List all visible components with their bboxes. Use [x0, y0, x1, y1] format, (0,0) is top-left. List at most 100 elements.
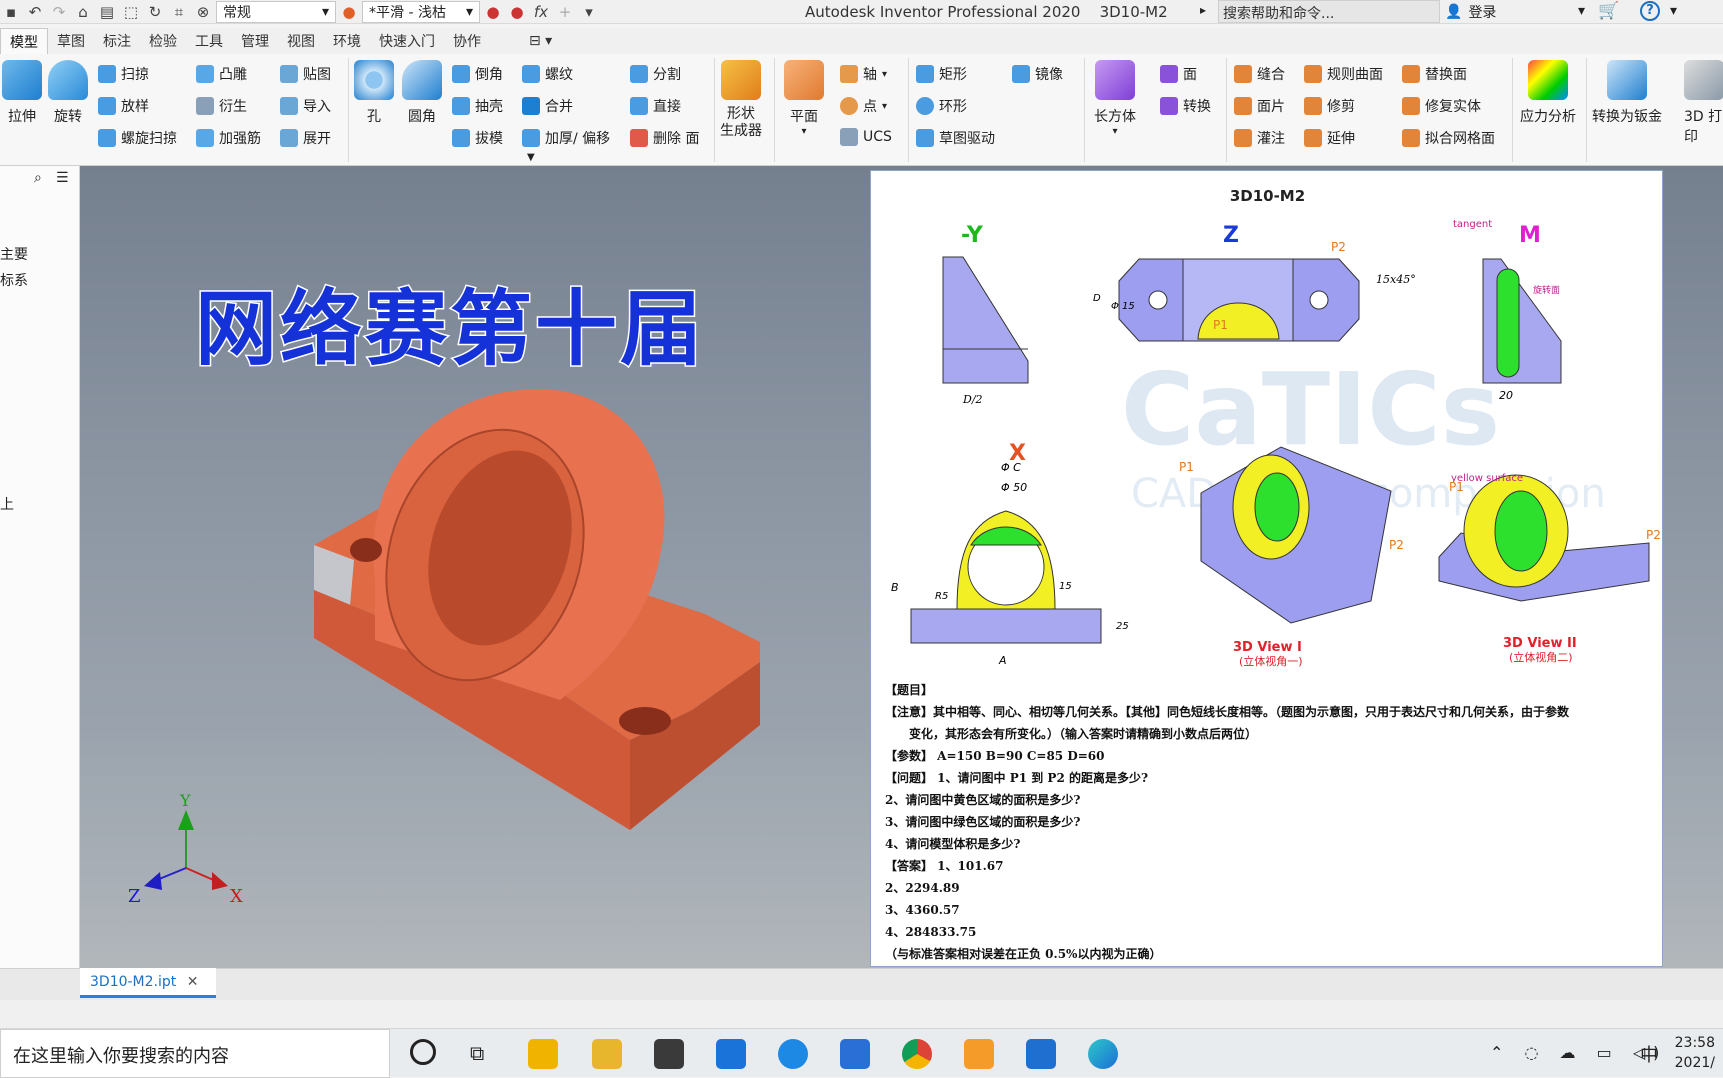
plane-button[interactable]: 平面 ▾ — [784, 60, 824, 137]
menu-icon[interactable]: ☰ — [56, 170, 69, 186]
draft-button[interactable]: 拔模 — [452, 128, 503, 148]
account-area[interactable]: 👤 登录 — [1445, 2, 1496, 22]
material-icon[interactable]: ⊗ — [192, 2, 214, 22]
help-icon[interactable]: ? — [1640, 1, 1660, 21]
browser-item[interactable]: 上 — [0, 494, 14, 514]
point-button[interactable]: 点 ▾ — [840, 96, 887, 116]
task-view-icon[interactable]: ⧉ — [470, 1041, 484, 1065]
hole-button[interactable]: 孔 — [354, 60, 394, 126]
app-c-icon[interactable] — [778, 1039, 808, 1069]
extend-button[interactable]: 延伸 — [1304, 128, 1355, 148]
mirror-button[interactable]: 镜像 — [1012, 64, 1063, 84]
delete-face-button[interactable]: 删除 面 — [630, 128, 699, 148]
appearance-select[interactable]: *平滑 - 浅枯 ▾ — [362, 1, 480, 23]
tab-sketch[interactable]: 草图 — [48, 28, 94, 54]
thicken-button[interactable]: 加厚/ 偏移 — [522, 128, 610, 148]
tab-collaborate[interactable]: 协作 — [444, 28, 490, 54]
tab-model[interactable]: 模型 — [0, 28, 48, 54]
rib-button[interactable]: 加强筋 — [196, 128, 261, 148]
face-button[interactable]: 面 — [1160, 64, 1197, 84]
document-tab[interactable]: 3D10-M2.ipt ✕ — [80, 968, 216, 998]
home-icon[interactable]: ⌂ — [72, 2, 94, 22]
baidu-icon[interactable] — [840, 1039, 870, 1069]
ucs-button[interactable]: UCS — [840, 128, 892, 146]
tab-annotate[interactable]: 标注 — [94, 28, 140, 54]
browser-item[interactable]: 标系 — [0, 270, 28, 290]
taskbar-search-input[interactable]: 在这里输入你要搜索的内容 — [0, 1029, 390, 1078]
search-expand-icon[interactable]: ▸ — [1200, 3, 1206, 17]
chamfer-button[interactable]: 倒角 — [452, 64, 503, 84]
unfold-button[interactable]: 展开 — [280, 128, 331, 148]
mail-icon[interactable] — [716, 1039, 746, 1069]
properties-icon[interactable]: ▤ — [96, 2, 118, 22]
repair-body-button[interactable]: 修复实体 — [1402, 96, 1481, 116]
tab-tools[interactable]: 工具 — [186, 28, 232, 54]
select-icon[interactable]: ⬚ — [120, 2, 142, 22]
tab-get-started[interactable]: 快速入门 — [370, 28, 444, 54]
login-link[interactable]: 登录 — [1468, 2, 1496, 22]
emboss-button[interactable]: 凸雕 — [196, 64, 247, 84]
chevron-down-icon[interactable]: ▼ — [527, 152, 535, 163]
close-icon[interactable]: ✕ — [187, 974, 199, 990]
fit-mesh-button[interactable]: 拟合网格面 — [1402, 128, 1495, 148]
file-explorer-icon[interactable] — [592, 1039, 622, 1069]
undo-icon[interactable]: ↶ — [24, 2, 46, 22]
tab-view[interactable]: 视图 — [278, 28, 324, 54]
thread-button[interactable]: 螺纹 — [522, 64, 573, 84]
store-icon[interactable] — [654, 1039, 684, 1069]
axis-button[interactable]: 轴 ▾ — [840, 64, 887, 84]
search-icon[interactable]: ⌕ — [34, 170, 42, 186]
box-button[interactable]: 长方体 ▾ — [1094, 60, 1136, 137]
chevron-down-icon[interactable]: ▾ — [1670, 3, 1677, 19]
derive-button[interactable]: 衍生 — [196, 96, 247, 116]
measure-icon[interactable]: ⌗ — [168, 2, 190, 22]
update-icon[interactable]: ↻ — [144, 2, 166, 22]
clear-appearance-icon[interactable]: ● — [506, 2, 528, 22]
chrome-icon[interactable] — [902, 1039, 932, 1069]
circ-pattern-button[interactable]: 环形 — [916, 96, 967, 116]
decal-button[interactable]: 贴图 — [280, 64, 331, 84]
ime-indicator[interactable]: 中 — [1640, 1041, 1658, 1067]
ruled-surface-button[interactable]: 规则曲面 — [1304, 64, 1383, 84]
plus-icon[interactable]: + — [554, 2, 576, 22]
inventor-app-icon[interactable] — [528, 1039, 558, 1069]
part-3d-model[interactable] — [300, 380, 770, 840]
coil-button[interactable]: 螺旋扫掠 — [98, 128, 177, 148]
cart-icon[interactable]: 🛒 — [1598, 1, 1619, 21]
redo-icon[interactable]: ↷ — [48, 2, 70, 22]
combine-button[interactable]: 合并 — [522, 96, 573, 116]
browser-item[interactable]: 主要 — [0, 244, 28, 264]
fx-icon[interactable]: fx — [530, 2, 552, 22]
cortana-icon[interactable] — [410, 1039, 436, 1065]
app-blue-icon[interactable] — [1026, 1039, 1056, 1069]
app-orange-icon[interactable] — [964, 1039, 994, 1069]
loft-button[interactable]: 放样 — [98, 96, 149, 116]
fillet-button[interactable]: 圆角 — [402, 60, 442, 126]
convert-sheetmetal-button[interactable]: 转换为钣金 — [1592, 60, 1662, 126]
print3d-button[interactable]: 3D 打印 — [1684, 60, 1723, 146]
direct-button[interactable]: 直接 — [630, 96, 681, 116]
help-search-input[interactable]: 搜索帮助和命令... — [1218, 0, 1440, 23]
ribbon-display-toggle[interactable]: ⊟ ▾ — [520, 28, 561, 54]
color-wheel-icon[interactable]: ● — [338, 2, 360, 22]
clock[interactable]: 23:58 2021/ — [1675, 1033, 1715, 1073]
customize-icon[interactable]: ▾ — [578, 2, 600, 22]
split-button[interactable]: 分割 — [630, 64, 681, 84]
extrude-button[interactable]: 拉伸 — [2, 60, 42, 126]
sculpt-button[interactable]: 灌注 — [1234, 128, 1285, 148]
trim-button[interactable]: 修剪 — [1304, 96, 1355, 116]
shape-generator-button[interactable]: 形状 生成器 — [720, 60, 762, 140]
tab-inspect[interactable]: 检验 — [140, 28, 186, 54]
sweep-button[interactable]: 扫掠 — [98, 64, 149, 84]
shell-button[interactable]: 抽壳 — [452, 96, 503, 116]
stress-analysis-button[interactable]: 应力分析 — [1520, 60, 1576, 126]
sketch-driven-button[interactable]: 草图驱动 — [916, 128, 995, 148]
rect-pattern-button[interactable]: 矩形 — [916, 64, 967, 84]
save-icon[interactable]: ▪ — [0, 2, 22, 22]
patch-button[interactable]: 面片 — [1234, 96, 1285, 116]
style-select[interactable]: 常规 ▾ — [216, 1, 336, 23]
revolve-button[interactable]: 旋转 — [48, 60, 88, 126]
replace-face-button[interactable]: 替换面 — [1402, 64, 1467, 84]
tab-manage[interactable]: 管理 — [232, 28, 278, 54]
stitch-button[interactable]: 缝合 — [1234, 64, 1285, 84]
